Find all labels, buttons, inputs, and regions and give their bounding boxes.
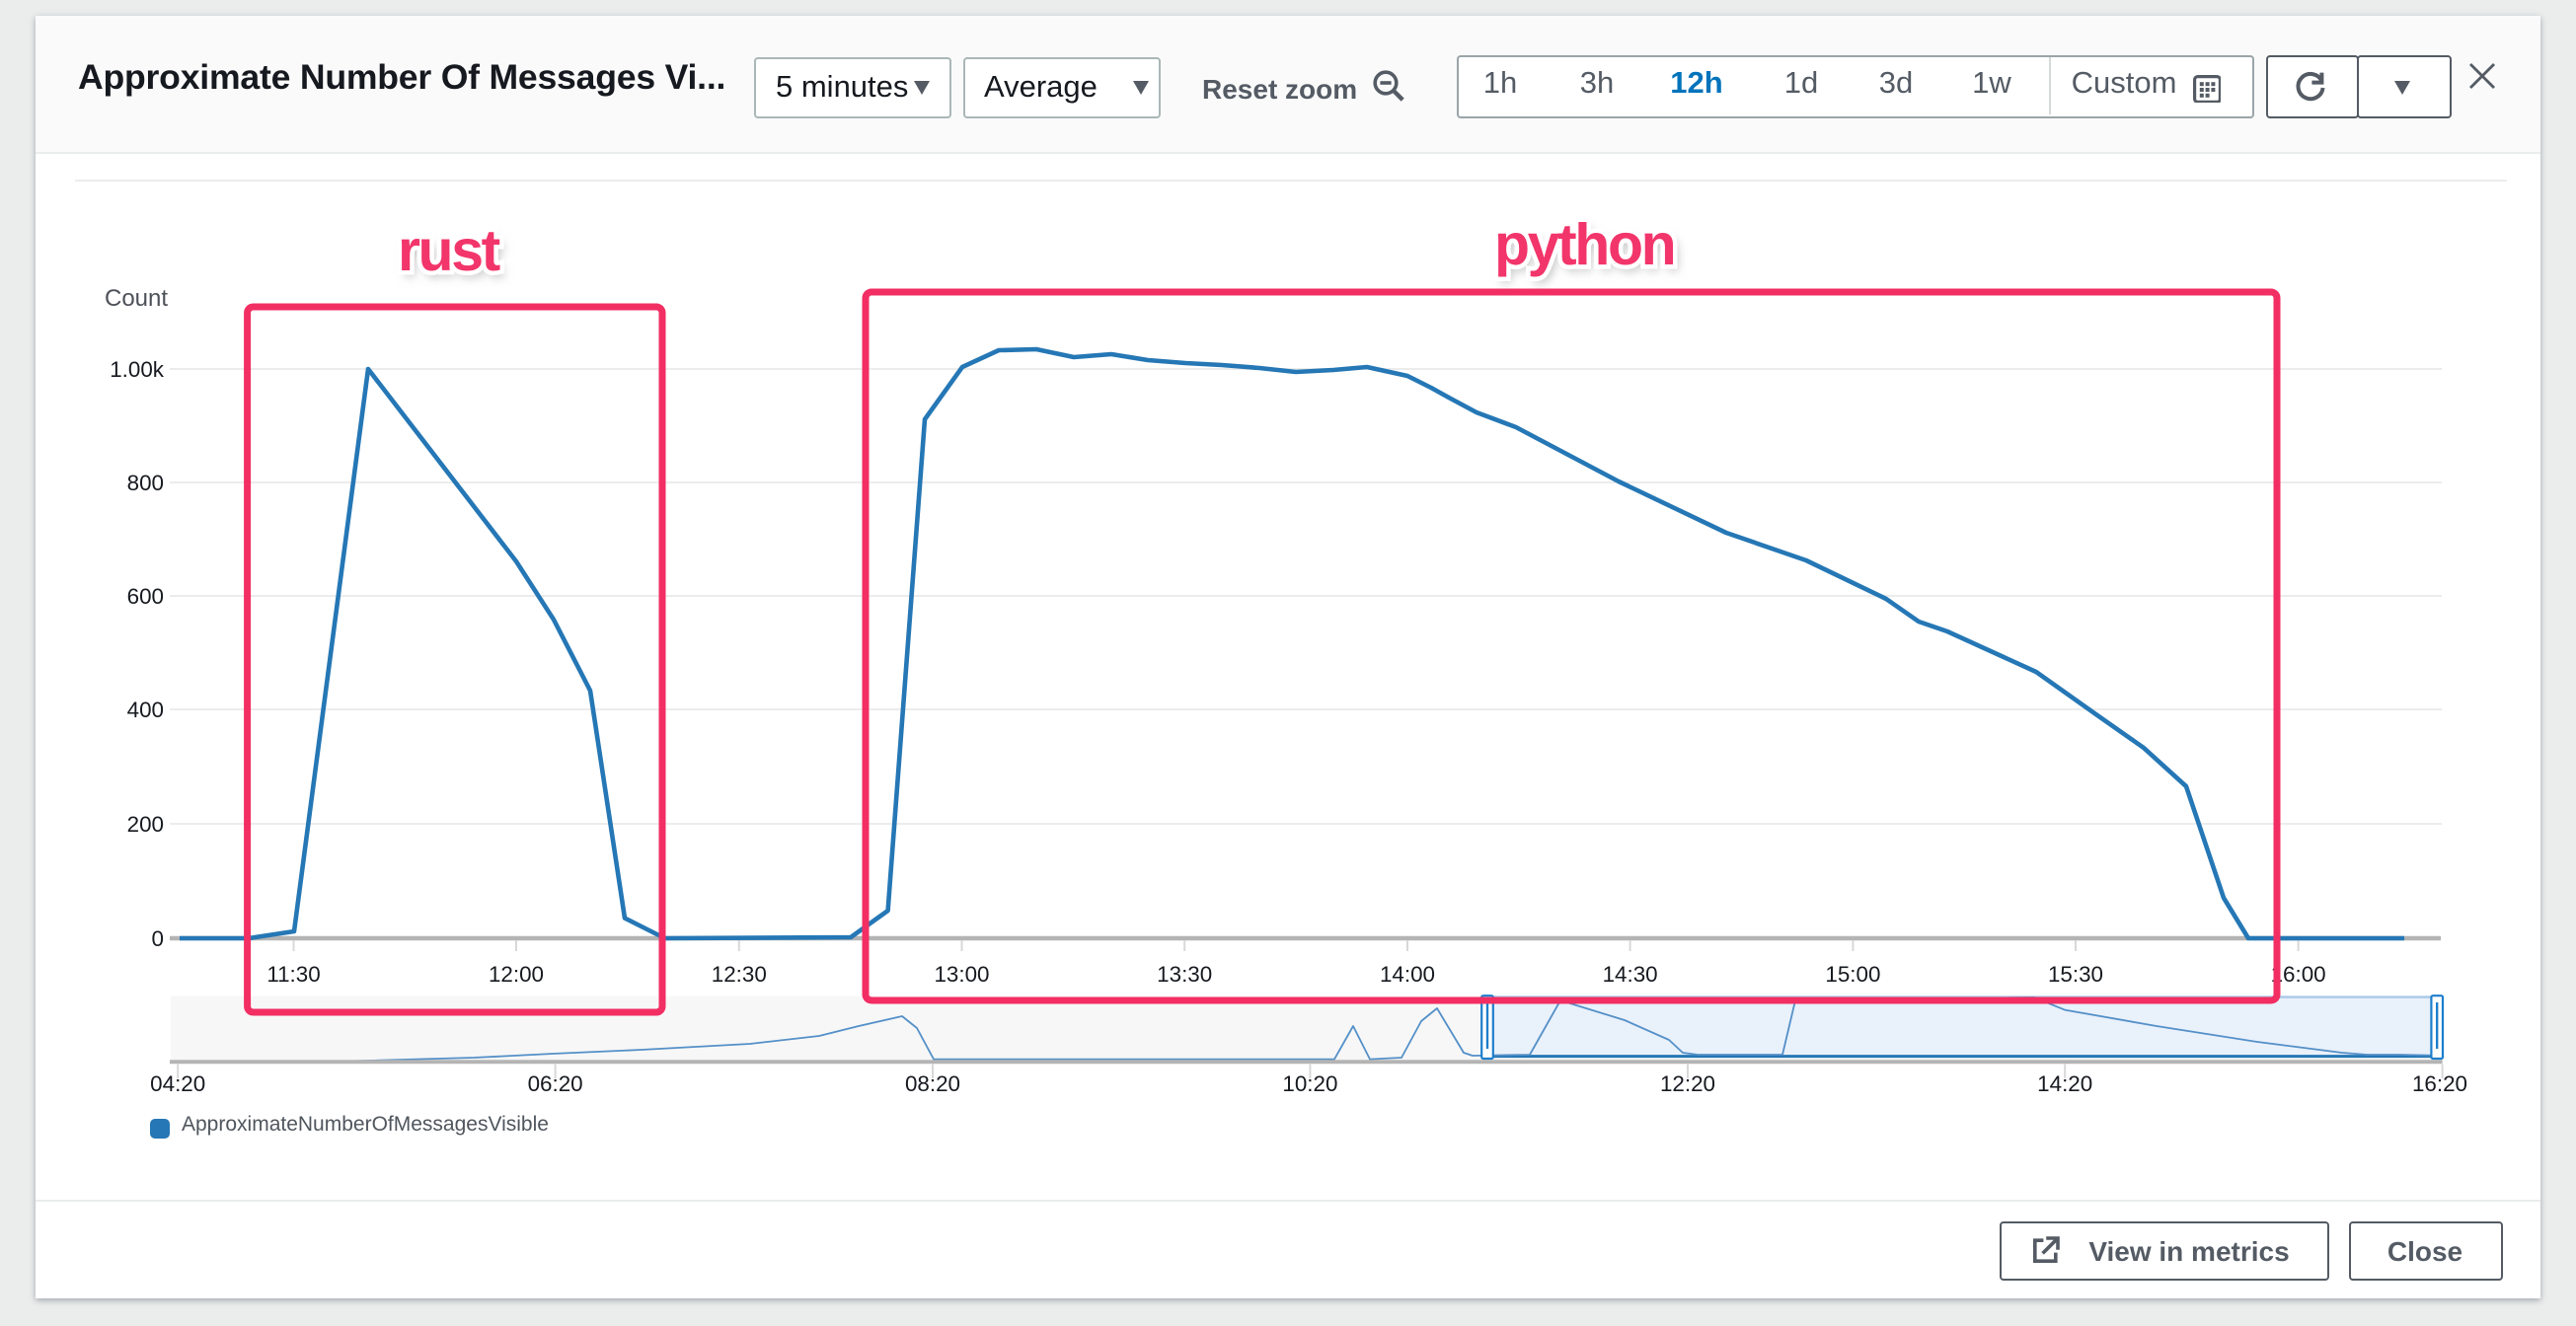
svg-text:12:00: 12:00 (489, 962, 544, 987)
svg-text:14:30: 14:30 (1603, 962, 1658, 987)
svg-text:14:00: 14:00 (1380, 962, 1435, 987)
svg-text:13:30: 13:30 (1157, 962, 1212, 987)
svg-text:200: 200 (127, 812, 164, 837)
svg-text:16:20: 16:20 (2412, 1071, 2467, 1096)
svg-text:1.00k: 1.00k (110, 357, 165, 382)
svg-text:14:20: 14:20 (2037, 1071, 2092, 1096)
svg-text:08:20: 08:20 (905, 1071, 960, 1096)
svg-text:0: 0 (152, 926, 164, 951)
svg-text:15:30: 15:30 (2048, 962, 2103, 987)
svg-text:800: 800 (127, 471, 164, 495)
svg-text:400: 400 (127, 698, 164, 722)
svg-text:15:00: 15:00 (1825, 962, 1880, 987)
svg-text:06:20: 06:20 (528, 1071, 583, 1096)
svg-text:600: 600 (127, 584, 164, 609)
svg-text:04:20: 04:20 (150, 1071, 205, 1096)
svg-text:Count: Count (105, 285, 168, 312)
svg-text:13:00: 13:00 (934, 962, 989, 987)
svg-text:11:30: 11:30 (266, 962, 320, 987)
svg-text:12:30: 12:30 (712, 962, 767, 987)
svg-text:10:20: 10:20 (1282, 1071, 1337, 1096)
svg-text:12:20: 12:20 (1660, 1071, 1715, 1096)
